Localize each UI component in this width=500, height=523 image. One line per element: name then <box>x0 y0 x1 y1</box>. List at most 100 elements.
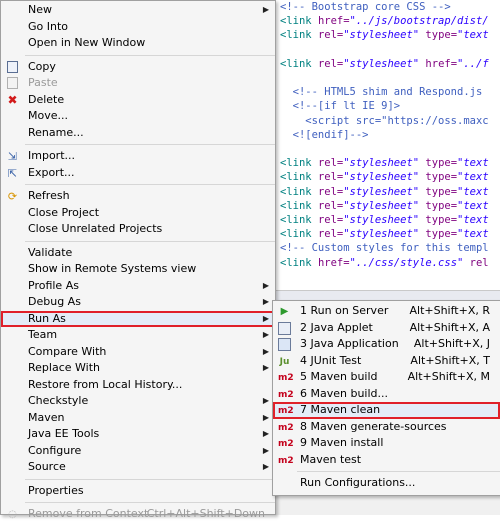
menu-item-6-maven-build[interactable]: m2 6 Maven build... <box>273 386 500 403</box>
menu-item-refresh[interactable]: ⟳ Refresh <box>1 188 275 205</box>
menu-item-shortcut: Ctrl+Alt+Shift+Down <box>146 507 265 520</box>
menu-item-show-in-remote-systems-view[interactable]: Show in Remote Systems view <box>1 261 275 278</box>
submenu-arrow-icon: ▶ <box>262 363 269 372</box>
menu-item-profile-as[interactable]: Profile As ▶ <box>1 278 275 295</box>
code-token: "stylesheet" <box>343 57 426 70</box>
context-menu: New ▶ Go Into Open in New Window Copy Paste ✖ D… <box>0 0 276 520</box>
menu-item-copy[interactable]: Copy <box>1 59 275 76</box>
menu-item-java-ee-tools[interactable]: Java EE Tools ▶ <box>1 426 275 443</box>
menu-item-compare-with[interactable]: Compare With ▶ <box>1 344 275 361</box>
menu-item-import[interactable]: ⇲ Import... <box>1 148 275 165</box>
submenu-arrow-icon: ▶ <box>262 429 269 438</box>
menu-item-remove-from-context: ◌ Remove from Context Ctrl+Alt+Shift+Down <box>1 506 275 523</box>
submenu-arrow-icon: ▶ <box>262 346 269 356</box>
menu-item-replace-with[interactable]: Replace With ▶ <box>1 360 275 377</box>
menu-item-source[interactable]: Source ▶ <box>1 459 275 476</box>
refresh-icon: ⟳ <box>7 190 18 203</box>
menu-item-properties[interactable]: Properties <box>1 483 275 500</box>
maven-icon: m2 <box>278 439 294 449</box>
code-line: <script src="https://oss.maxc <box>280 114 488 128</box>
menu-item-export[interactable]: ⇱ Export... <box>1 165 275 182</box>
code-token: rel= <box>317 214 344 226</box>
menu-item-label: 8 Maven generate-sources <box>300 419 447 433</box>
code-token: "stylesheet" <box>343 29 426 42</box>
menu-icon-slot <box>6 37 19 50</box>
menu-icon-slot <box>6 313 19 326</box>
menu-item-8-maven-generate-sources[interactable]: m2 8 Maven generate-sources <box>273 419 500 436</box>
menu-item-move[interactable]: Move... <box>1 108 275 125</box>
menu-item-label: 9 Maven install <box>300 436 384 449</box>
menu-icon-slot <box>6 329 19 342</box>
code-token: "text <box>457 29 489 42</box>
menu-item-close-project[interactable]: Close Project <box>1 205 275 222</box>
menu-icon-slot <box>6 21 19 34</box>
menu-item-run-configurations[interactable]: Run Configurations... <box>273 475 500 492</box>
code-token: href= <box>425 57 458 70</box>
maven-icon: m2 <box>278 406 294 416</box>
menu-item-team[interactable]: Team ▶ <box>1 327 275 344</box>
menu-separator <box>25 502 275 503</box>
code-token: rel= <box>317 29 344 42</box>
menu-item-shortcut: Alt+Shift+X, M <box>407 370 490 383</box>
submenu-arrow-icon: ▶ <box>262 412 269 422</box>
code-token: <link <box>280 29 318 42</box>
menu-item-2-java-applet[interactable]: 2 Java Applet Alt+Shift+X, A <box>273 320 500 337</box>
menu-item-label: Java EE Tools <box>28 427 100 440</box>
code-token: rel= <box>317 57 344 70</box>
menu-item-restore-from-local-history[interactable]: Restore from Local History... <box>1 377 275 394</box>
code-token: type= <box>425 214 458 226</box>
menu-icon-slot <box>6 461 19 474</box>
code-token: "../f <box>457 57 489 70</box>
menu-item-label: Rename... <box>28 125 84 139</box>
menu-item-label: Close Unrelated Projects <box>28 222 163 235</box>
menu-item-validate[interactable]: Validate <box>1 245 275 262</box>
code-line: <link rel="stylesheet" type="text <box>280 185 489 199</box>
menu-item-label: Close Project <box>28 205 100 219</box>
menu-icon-slot <box>6 127 19 140</box>
code-token: <link <box>280 214 318 226</box>
menu-item-maven[interactable]: Maven ▶ <box>1 410 275 427</box>
menu-item-run-as[interactable]: Run As ▶ <box>1 310 275 327</box>
code-token: <link <box>280 157 318 170</box>
code-token: <![endif]--> <box>280 128 369 141</box>
menu-item-close-unrelated-projects[interactable]: Close Unrelated Projects <box>1 221 275 238</box>
code-token: <link <box>280 15 318 28</box>
code-token: <!-- Custom styles for this templ <box>280 242 489 255</box>
menu-item-configure[interactable]: Configure ▶ <box>1 443 275 460</box>
menu-item-label: Profile As <box>28 278 79 292</box>
menu-item-maven-test[interactable]: m2 Maven test <box>273 452 500 469</box>
submenu-arrow-icon: ▶ <box>262 462 269 471</box>
code-token: "../js/bootstrap/dist/ <box>349 15 489 28</box>
menu-item-label: Move... <box>28 109 68 122</box>
code-editor[interactable]: <!-- Bootstrap core CSS --> <link href=".… <box>270 0 500 290</box>
menu-item-label: Maven <box>28 410 65 424</box>
code-token: type= <box>425 29 458 42</box>
menu-item-debug-as[interactable]: Debug As ▶ <box>1 294 275 311</box>
code-line: <link rel="stylesheet" href="../f <box>280 57 489 71</box>
code-line: <!-- Custom styles for this templ <box>280 241 489 255</box>
menu-item-open-in-new-window[interactable]: Open in New Window <box>1 35 275 52</box>
menu-item-delete[interactable]: ✖ Delete <box>1 92 275 109</box>
menu-item-rename[interactable]: Rename... <box>1 125 275 142</box>
menu-item-7-maven-clean[interactable]: m2 7 Maven clean <box>273 402 500 419</box>
menu-item-label: Import... <box>28 149 75 162</box>
code-token: rel= <box>317 199 344 212</box>
java-app-icon <box>278 338 291 351</box>
menu-item-label: Refresh <box>28 189 70 202</box>
menu-item-label: 4 JUnit Test <box>300 353 362 367</box>
menu-item-new[interactable]: New ▶ <box>1 2 275 19</box>
menu-item-5-maven-build[interactable]: m2 5 Maven build Alt+Shift+X, M <box>273 369 500 386</box>
menu-item-4-junit-test[interactable]: Ju 4 JUnit Test Alt+Shift+X, T <box>273 353 500 370</box>
code-line: <!-- HTML5 shim and Respond.js <box>280 85 483 99</box>
menu-item-9-maven-install[interactable]: m2 9 Maven install <box>273 435 500 452</box>
menu-icon-slot <box>6 395 19 408</box>
code-token: "text <box>457 157 489 170</box>
menu-item-go-into[interactable]: Go Into <box>1 19 275 36</box>
code-token: "stylesheet" <box>343 199 426 212</box>
maven-icon: m2 <box>278 422 294 433</box>
code-token: <link <box>280 57 318 70</box>
menu-item-checkstyle[interactable]: Checkstyle ▶ <box>1 393 275 410</box>
code-token: <!-- Bootstrap core CSS --> <box>280 1 451 13</box>
menu-item-3-java-application[interactable]: 3 Java Application Alt+Shift+X, J <box>273 336 500 353</box>
menu-item-1-run-on-server[interactable]: ▶ 1 Run on Server Alt+Shift+X, R <box>273 303 500 320</box>
